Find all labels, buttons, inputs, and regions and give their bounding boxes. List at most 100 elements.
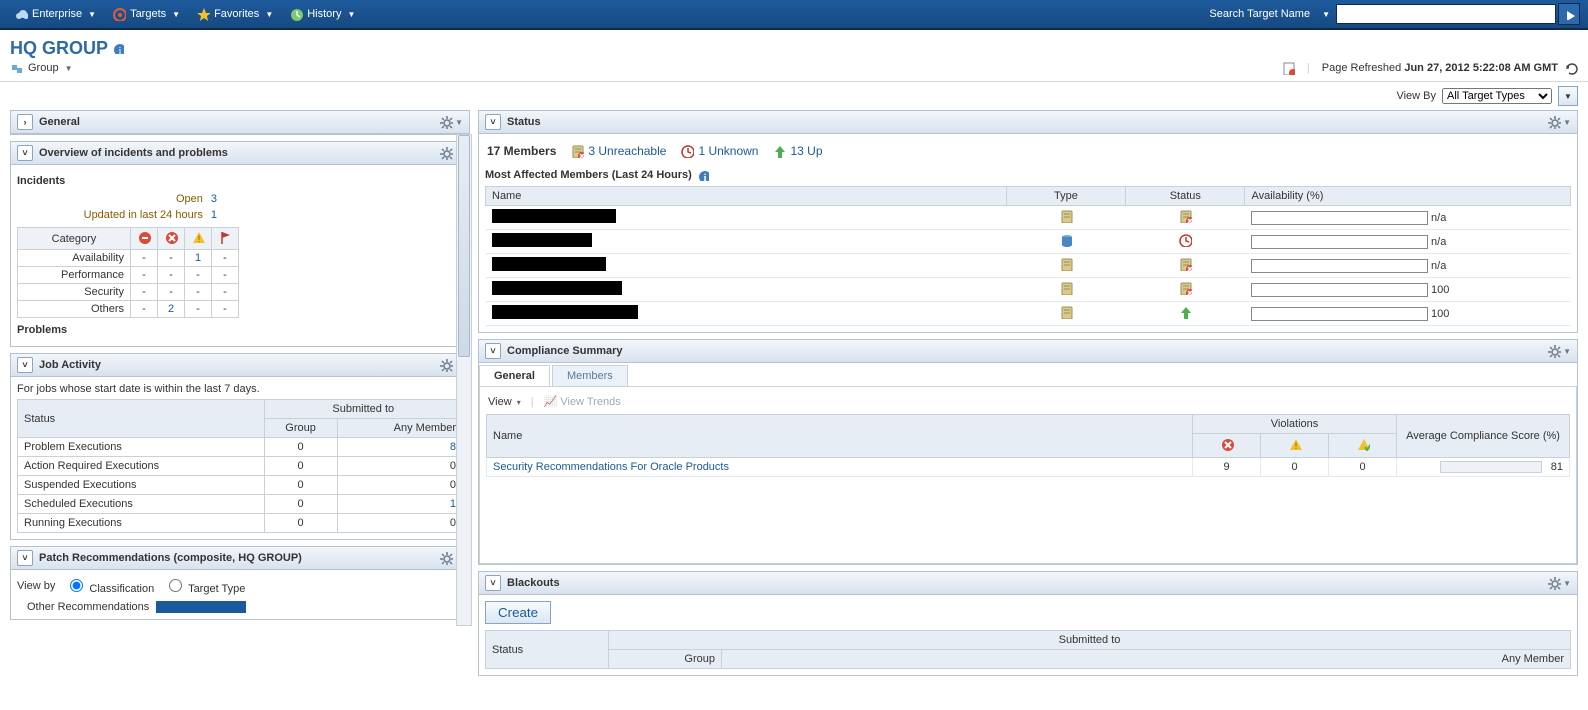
type-icon (1059, 209, 1073, 223)
incidents-heading: Incidents (17, 175, 463, 187)
compliance-row[interactable]: Security Recommendations For Oracle Prod… (487, 458, 1570, 477)
open-count-link[interactable]: 3 (211, 193, 217, 205)
col-group: Group (609, 650, 722, 669)
menu-label: Enterprise (32, 8, 82, 20)
radio-classification[interactable]: Classification (65, 576, 154, 595)
availability-value: 100 (1431, 307, 1449, 319)
col-availability: Availability (%) (1245, 187, 1571, 206)
menu-history[interactable]: History▼ (283, 5, 361, 23)
radio-target-type[interactable]: Target Type (164, 576, 245, 595)
info-icon[interactable] (111, 41, 125, 55)
gear-icon[interactable] (1547, 115, 1561, 129)
search-input[interactable] (1336, 4, 1556, 24)
status-icon (1178, 305, 1192, 319)
menu-enterprise[interactable]: Enterprise▼ (8, 5, 102, 23)
job-row: Problem Executions08 (18, 438, 463, 457)
search-target-name-menu[interactable]: Search Target Name▼ (1203, 6, 1336, 22)
updated-count-link[interactable]: 1 (211, 209, 217, 221)
rec-bar (156, 601, 246, 613)
group-icon (10, 61, 24, 75)
availability-value: 100 (1431, 283, 1449, 295)
panel-title: Compliance Summary (507, 345, 623, 357)
type-icon (1059, 233, 1073, 247)
col-any-member: Any Member (337, 419, 462, 438)
scrollbar[interactable] (456, 134, 472, 626)
mam-row[interactable]: 100 (486, 278, 1571, 302)
create-button[interactable]: Create (485, 601, 551, 624)
compliance-name-link[interactable]: Security Recommendations For Oracle Prod… (493, 461, 729, 473)
gear-icon[interactable] (439, 358, 453, 372)
availability-value: n/a (1431, 259, 1446, 271)
col-avg-score: Average Compliance Score (%) (1397, 415, 1570, 458)
mam-row[interactable]: n/a (486, 206, 1571, 230)
search-go-button[interactable] (1558, 3, 1580, 25)
toggle-jobs[interactable]: ˅ (17, 357, 33, 373)
gear-icon[interactable] (439, 551, 453, 565)
view-by-dropdown-button[interactable]: ▼ (1558, 86, 1578, 106)
mam-row[interactable]: 100 (486, 302, 1571, 326)
view-by-select[interactable]: All Target Types (1442, 88, 1552, 104)
toggle-status[interactable]: ˅ (485, 114, 501, 130)
type-icon (1059, 305, 1073, 319)
info-icon[interactable] (696, 168, 710, 182)
availability-bar (1251, 235, 1428, 249)
toggle-general[interactable]: › (17, 114, 33, 130)
left-column: › General ▼ ˅ Overview of incidents and … (10, 110, 470, 626)
jobs-table: Status Submitted to Group Any Member Pro… (17, 399, 463, 533)
col-submitted: Submitted to (609, 631, 1571, 650)
job-row: Action Required Executions00 (18, 457, 463, 476)
mam-title: Most Affected Members (Last 24 Hours) (485, 168, 1571, 182)
view-menu[interactable]: View ▾ (488, 396, 521, 408)
most-affected-table: Name Type Status Availability (%) n/a n/… (485, 186, 1571, 326)
gear-icon[interactable] (1547, 576, 1561, 590)
mam-row[interactable]: n/a (486, 230, 1571, 254)
status-up[interactable]: 13 Up (772, 144, 822, 158)
compliance-table: Name Violations Average Compliance Score… (486, 414, 1570, 477)
type-icon (1059, 257, 1073, 271)
up-icon (772, 144, 786, 158)
type-icon (1059, 281, 1073, 295)
warning-icon (1288, 437, 1302, 451)
toggle-compliance[interactable]: ˅ (485, 343, 501, 359)
col-group: Group (264, 419, 337, 438)
refreshed-label: Page Refreshed (1322, 62, 1402, 74)
status-unknown[interactable]: 1 Unknown (680, 144, 758, 158)
group-menu-label: Group (28, 62, 59, 74)
availability-bar (1251, 259, 1428, 273)
mam-row[interactable]: n/a (486, 254, 1571, 278)
info-count: 0 (1329, 458, 1397, 477)
tab-members[interactable]: Members (552, 365, 628, 386)
gear-icon[interactable] (1547, 344, 1561, 358)
status-unreachable[interactable]: 3 Unreachable (570, 144, 666, 158)
group-menu[interactable]: Group▼ (10, 61, 73, 75)
view-by-row: View By All Target Types ▼ (0, 82, 1588, 110)
toggle-blackouts[interactable]: ˅ (485, 575, 501, 591)
star-icon (196, 7, 210, 21)
availability-value: n/a (1431, 235, 1446, 247)
toggle-overview[interactable]: ˅ (17, 145, 33, 161)
incidents-row: Performance---- (18, 267, 239, 284)
blackouts-table: Status Submitted to Group Any Member (485, 630, 1571, 669)
menu-favorites[interactable]: Favorites▼ (190, 5, 279, 23)
gear-icon[interactable] (439, 115, 453, 129)
search-label: Search Target Name (1209, 8, 1310, 20)
toggle-patch[interactable]: ˅ (17, 550, 33, 566)
status-summary: 17 Members 3 Unreachable 1 Unknown 13 Up (485, 140, 1571, 168)
incidents-row: Availability--1- (18, 250, 239, 267)
job-row: Scheduled Executions01 (18, 495, 463, 514)
view-trends-button[interactable]: 📈 View Trends (544, 395, 621, 408)
col-any-member: Any Member (722, 650, 1571, 669)
view-by-label: View By (1396, 90, 1436, 102)
refresh-icon[interactable] (1564, 61, 1578, 75)
fatal-icon (137, 230, 151, 244)
redacted-name (492, 233, 592, 247)
redacted-name (492, 257, 606, 271)
page-status-icon[interactable] (1281, 61, 1295, 75)
main-menu: Enterprise▼ Targets▼ Favorites▼ History▼ (8, 5, 361, 23)
incidents-table: Category Availability--1-Performance----… (17, 227, 239, 318)
menu-targets[interactable]: Targets▼ (106, 5, 186, 23)
panel-title: Patch Recommendations (composite, HQ GRO… (39, 552, 302, 564)
gear-icon[interactable] (439, 146, 453, 160)
tab-general[interactable]: General (479, 365, 550, 386)
incidents-row: Security---- (18, 284, 239, 301)
